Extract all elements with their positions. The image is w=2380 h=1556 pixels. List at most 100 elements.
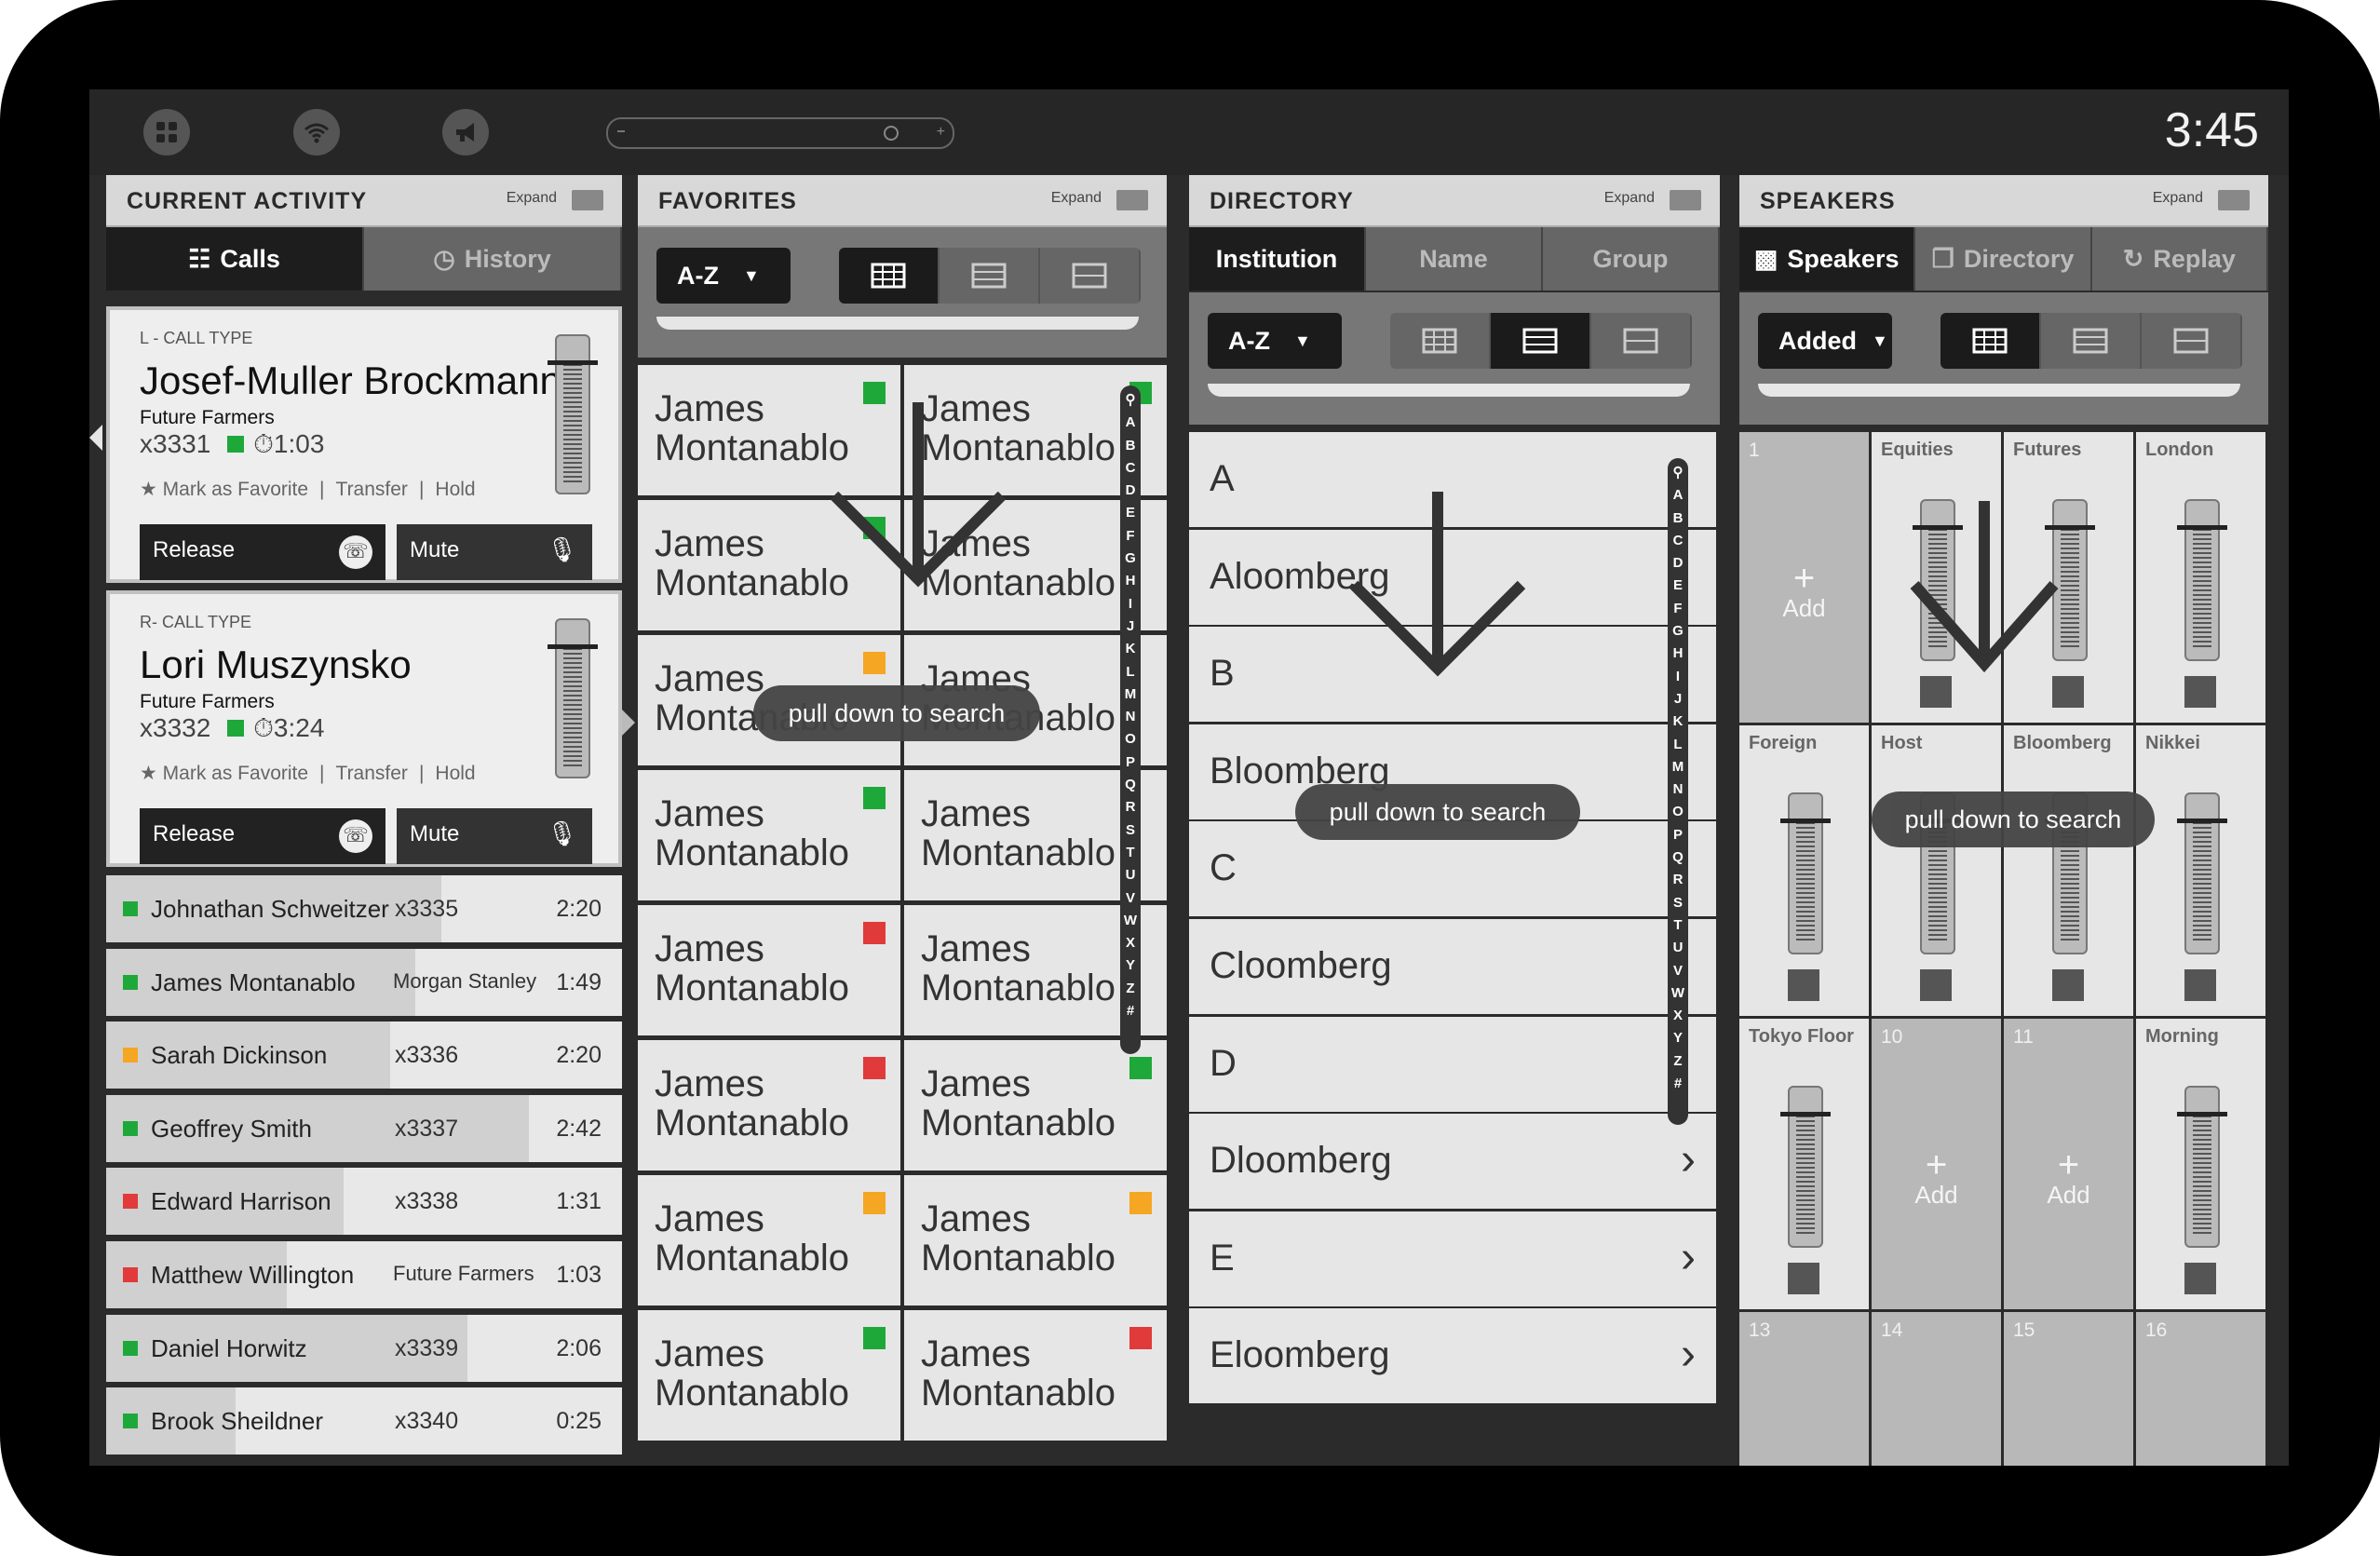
transfer-link[interactable]: Transfer bbox=[336, 763, 408, 784]
directory-row[interactable]: D bbox=[1189, 1016, 1716, 1112]
search-icon[interactable]: ⚲ bbox=[1120, 389, 1141, 412]
tab-directory[interactable]: ❐ Directory bbox=[1915, 227, 2092, 291]
alphabet-letter[interactable]: Y bbox=[1120, 954, 1141, 977]
expand-icon[interactable] bbox=[572, 190, 603, 210]
slider-knob[interactable] bbox=[2177, 524, 2227, 530]
slider-knob[interactable] bbox=[548, 360, 598, 365]
tab-replay[interactable]: ↻ Replay bbox=[2091, 227, 2268, 291]
call-row[interactable]: James Montanablo Morgan Stanley 1:49 bbox=[106, 948, 622, 1022]
alphabet-letter[interactable]: U bbox=[1668, 937, 1688, 959]
mute-speaker-icon[interactable] bbox=[1788, 969, 1819, 1001]
volume-slider[interactable]: + bbox=[606, 117, 954, 149]
speaker-cell[interactable]: 13 bbox=[1739, 1312, 1869, 1466]
search-field-edge[interactable] bbox=[1758, 384, 2240, 397]
transfer-link[interactable]: Transfer bbox=[336, 479, 408, 500]
alphabet-letter[interactable]: W bbox=[1668, 982, 1688, 1005]
mute-button[interactable]: Mute 🎙 bbox=[397, 808, 592, 864]
speaker-cell[interactable]: London bbox=[2136, 432, 2265, 723]
alphabet-letter[interactable]: M bbox=[1668, 756, 1688, 778]
mute-speaker-icon[interactable] bbox=[2052, 676, 2084, 708]
alphabet-letter[interactable]: D bbox=[1668, 552, 1688, 575]
alphabet-letter[interactable]: V bbox=[1668, 960, 1688, 982]
mute-speaker-icon[interactable] bbox=[1920, 969, 1952, 1001]
list-view-button[interactable] bbox=[940, 248, 1040, 304]
grid-view-button[interactable] bbox=[839, 248, 940, 304]
speaker-cell[interactable]: 10 + Add bbox=[1872, 1019, 2001, 1309]
tab-history[interactable]: ◷ History bbox=[364, 227, 622, 291]
alphabet-letter[interactable]: S bbox=[1120, 819, 1141, 842]
tab-speakers[interactable]: ▩ Speakers bbox=[1739, 227, 1916, 291]
compact-view-button[interactable] bbox=[1591, 313, 1692, 369]
alphabet-letter[interactable]: H bbox=[1120, 570, 1141, 592]
alphabet-letter[interactable]: P bbox=[1120, 751, 1141, 774]
alphabet-letter[interactable]: C bbox=[1668, 530, 1688, 552]
alphabet-letter[interactable]: N bbox=[1668, 778, 1688, 801]
expand-label[interactable]: Expand bbox=[507, 190, 557, 207]
alphabet-letter[interactable]: L bbox=[1120, 661, 1141, 683]
alphabet-letter[interactable]: O bbox=[1120, 728, 1141, 751]
mute-button[interactable]: Mute 🎙 bbox=[397, 524, 592, 580]
active-call-card[interactable]: L - CALL TYPE Josef-Muller Brockmann Fut… bbox=[106, 306, 622, 583]
release-button[interactable]: Release ☏ bbox=[140, 524, 385, 580]
speaker-cell[interactable]: Host bbox=[1872, 725, 2001, 1016]
favorite-tile[interactable]: JamesMontanablo bbox=[904, 1040, 1167, 1170]
apps-icon[interactable] bbox=[143, 109, 190, 156]
alphabet-letter[interactable]: R bbox=[1120, 796, 1141, 819]
alphabet-letter[interactable]: Y bbox=[1668, 1027, 1688, 1049]
speaker-volume-slider[interactable] bbox=[2177, 499, 2227, 661]
alphabet-letter[interactable]: # bbox=[1668, 1073, 1688, 1095]
speaker-cell[interactable]: Nikkei bbox=[2136, 725, 2265, 1016]
list-view-button[interactable] bbox=[1491, 313, 1591, 369]
grid-view-button[interactable] bbox=[1941, 313, 2041, 369]
mute-speaker-icon[interactable] bbox=[2052, 969, 2084, 1001]
favorite-tile[interactable]: JamesMontanablo bbox=[638, 770, 900, 900]
search-field-edge[interactable] bbox=[656, 317, 1139, 330]
alphabet-letter[interactable]: J bbox=[1668, 688, 1688, 710]
alphabet-letter[interactable]: P bbox=[1668, 824, 1688, 846]
mute-speaker-icon[interactable] bbox=[1788, 1263, 1819, 1294]
speaker-cell[interactable]: 11 + Add bbox=[2004, 1019, 2133, 1309]
call-row[interactable]: Brook Sheildner x3340 0:25 bbox=[106, 1387, 622, 1461]
favorite-tile[interactable]: JamesMontanablo bbox=[638, 905, 900, 1035]
expand-label[interactable]: Expand bbox=[2153, 190, 2203, 207]
alphabet-letter[interactable]: K bbox=[1120, 638, 1141, 660]
alphabet-letter[interactable]: O bbox=[1668, 801, 1688, 823]
speaker-volume-slider[interactable] bbox=[1780, 1086, 1831, 1248]
compact-view-button[interactable] bbox=[2142, 313, 2242, 369]
alphabet-letter[interactable]: J bbox=[1120, 616, 1141, 638]
mute-speaker-icon[interactable] bbox=[2184, 969, 2216, 1001]
expand-icon[interactable] bbox=[1116, 190, 1148, 210]
wifi-icon[interactable] bbox=[293, 109, 340, 156]
speaker-cell[interactable]: Tokyo Floor bbox=[1739, 1019, 1869, 1309]
speaker-volume-slider[interactable] bbox=[1780, 792, 1831, 954]
alphabet-letter[interactable]: H bbox=[1668, 643, 1688, 665]
slider-knob[interactable] bbox=[1780, 818, 1831, 823]
expand-label[interactable]: Expand bbox=[1604, 190, 1655, 207]
alphabet-letter[interactable]: E bbox=[1120, 502, 1141, 524]
expand-label[interactable]: Expand bbox=[1051, 190, 1102, 207]
alphabet-letter[interactable]: W bbox=[1120, 910, 1141, 932]
alphabet-letter[interactable]: Z bbox=[1120, 978, 1141, 1000]
alphabet-letter[interactable]: I bbox=[1668, 666, 1688, 688]
hold-link[interactable]: Hold bbox=[435, 763, 475, 784]
alphabet-letter[interactable]: G bbox=[1668, 620, 1688, 643]
favorite-tile[interactable]: JamesMontanablo bbox=[638, 1310, 900, 1441]
speaker-volume-slider[interactable] bbox=[2177, 1086, 2227, 1248]
tab-group[interactable]: Group bbox=[1543, 227, 1720, 291]
alphabet-letter[interactable]: D bbox=[1120, 480, 1141, 502]
alphabet-letter[interactable]: T bbox=[1668, 914, 1688, 937]
alphabet-letter[interactable]: Q bbox=[1668, 846, 1688, 869]
alphabet-letter[interactable]: Z bbox=[1668, 1050, 1688, 1073]
alphabet-letter[interactable]: A bbox=[1668, 484, 1688, 507]
directory-row[interactable]: Cloomberg bbox=[1189, 919, 1716, 1014]
compact-view-button[interactable] bbox=[1040, 248, 1141, 304]
mark-favorite-link[interactable]: Mark as Favorite bbox=[163, 479, 308, 500]
slider-knob[interactable] bbox=[548, 644, 598, 649]
alphabet-letter[interactable]: L bbox=[1668, 734, 1688, 756]
call-volume-slider[interactable] bbox=[548, 334, 598, 494]
alphabet-letter[interactable]: T bbox=[1120, 842, 1141, 864]
tab-institution[interactable]: Institution bbox=[1189, 227, 1366, 291]
alphabet-letter[interactable]: B bbox=[1120, 435, 1141, 457]
alphabet-letter[interactable]: B bbox=[1668, 507, 1688, 530]
sort-dropdown[interactable]: Added ▼ bbox=[1758, 313, 1892, 369]
